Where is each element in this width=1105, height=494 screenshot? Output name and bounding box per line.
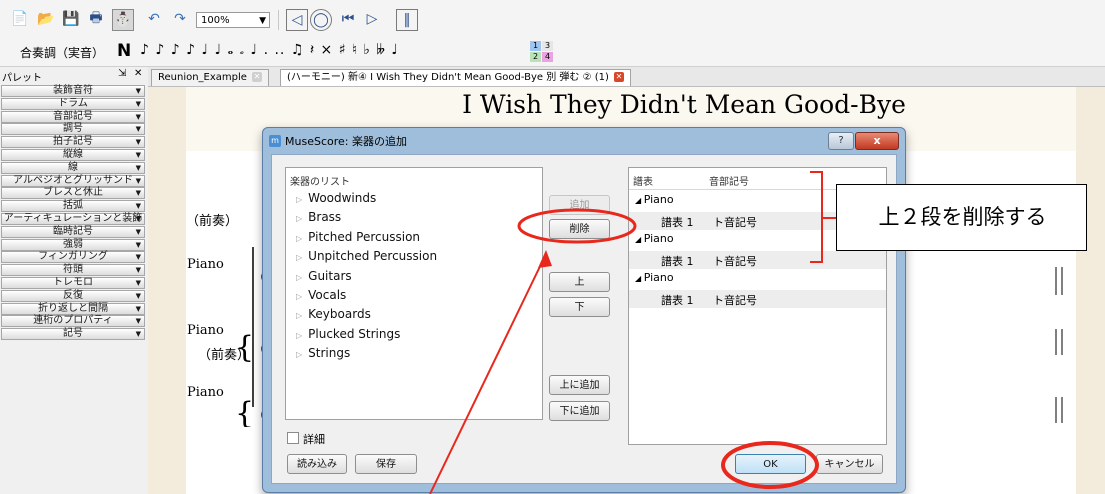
pointer-arrow-head <box>538 250 552 268</box>
selection-bracket <box>810 171 823 263</box>
remove-highlight-circle <box>517 208 637 244</box>
ok-highlight-circle <box>721 441 819 489</box>
pointer-arrow-line <box>429 253 547 494</box>
annotation-callout: 上２段を削除する <box>836 184 1087 251</box>
annotation-text: 上２段を削除する <box>878 205 1047 229</box>
